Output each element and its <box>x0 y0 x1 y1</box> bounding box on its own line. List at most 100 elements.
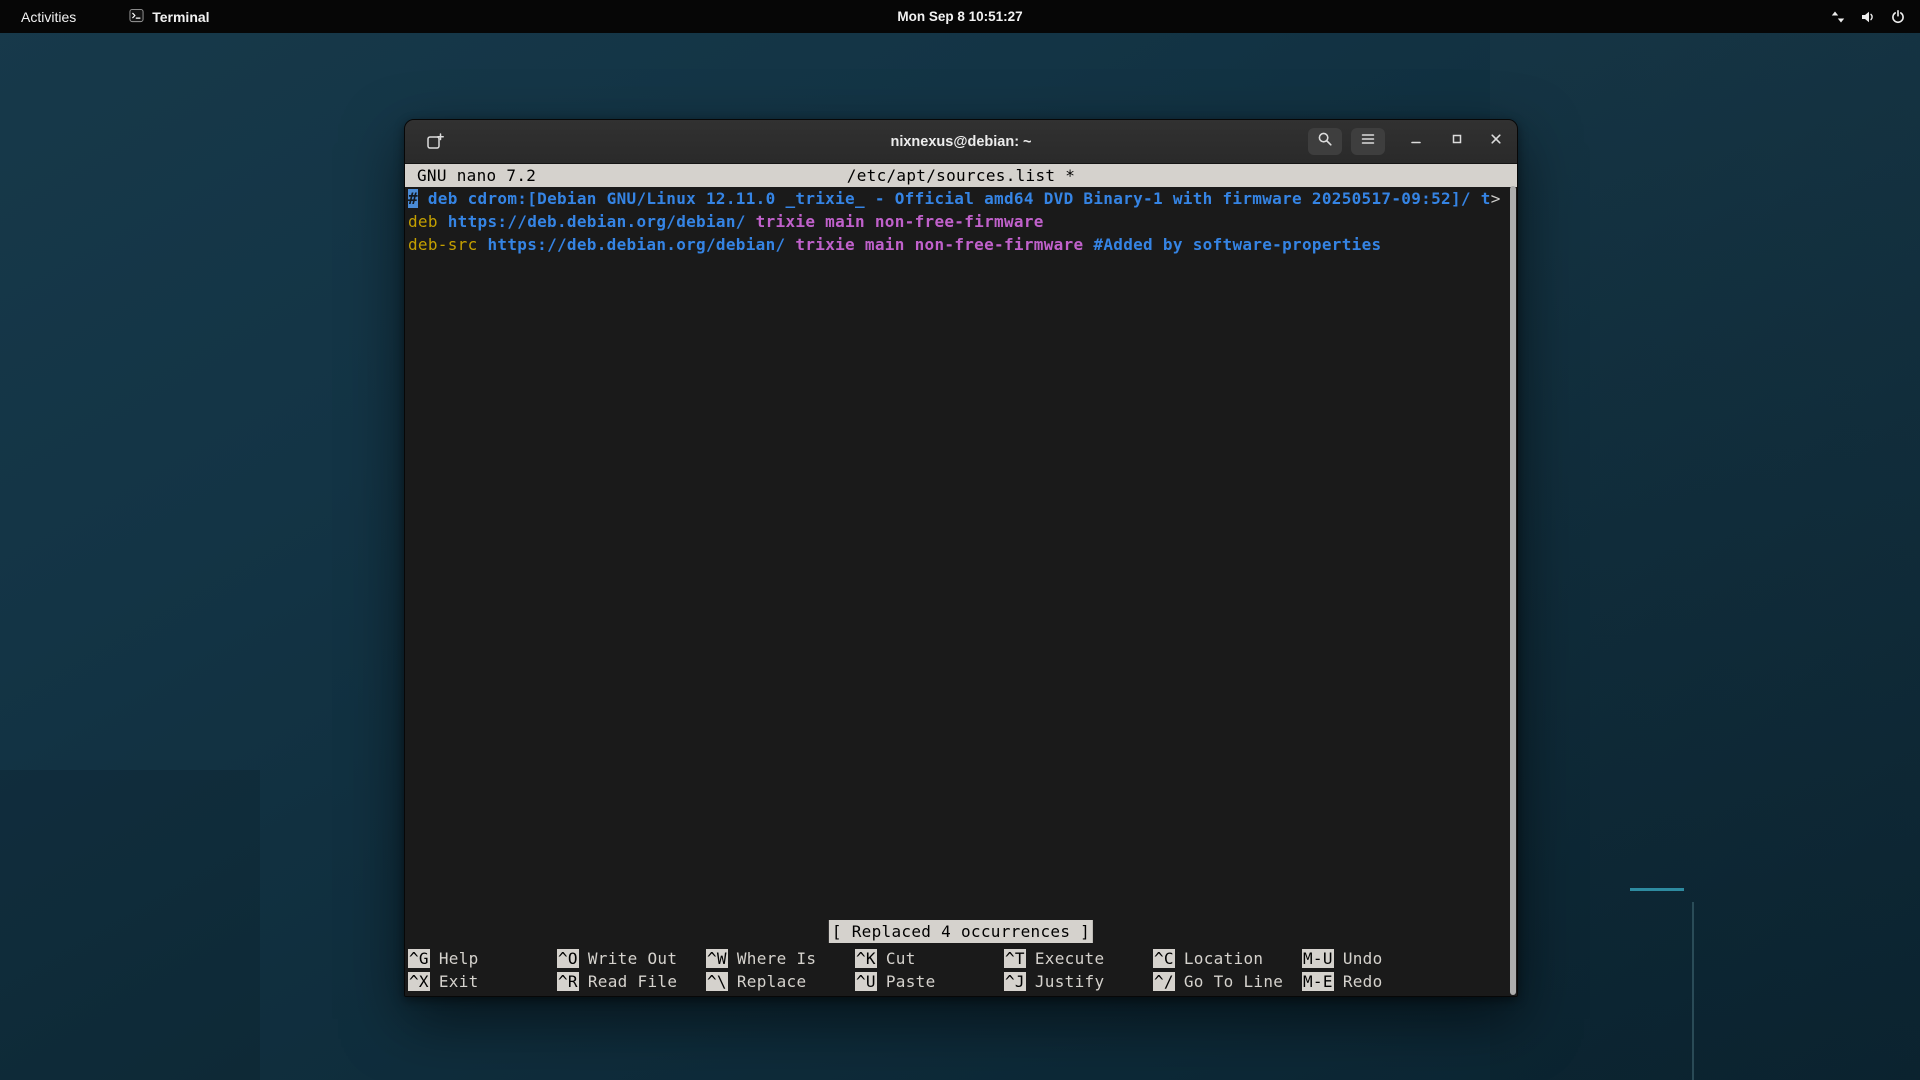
editor-segment: #Added by software-properties <box>1093 235 1381 254</box>
shortcut-key: ^R <box>557 972 579 991</box>
nano-version: GNU nano 7.2 <box>417 164 536 187</box>
shortcut-key: ^U <box>855 972 877 991</box>
nano-shortcut-help: ^G Help <box>408 947 557 970</box>
nano-shortcut-location: ^C Location <box>1153 947 1302 970</box>
nano-shortcut-go-to-line: ^/ Go To Line <box>1153 970 1302 993</box>
hamburger-icon <box>1360 131 1376 152</box>
nano-shortcut-bar: ^G Help ^X Exit ^O Write Out ^R Read File ^W Wher… <box>408 947 1517 993</box>
shortcut-column: ^O Write Out ^R Read File <box>557 947 706 993</box>
terminal-content[interactable]: GNU nano 7.2 /etc/apt/sources.list * # d… <box>405 164 1517 996</box>
shortcut-label: Undo <box>1343 949 1383 968</box>
editor-segment: > <box>1491 189 1501 208</box>
search-button[interactable] <box>1308 128 1342 155</box>
shortcut-key: ^\ <box>706 972 728 991</box>
close-button[interactable] <box>1482 128 1510 155</box>
minimize-button[interactable] <box>1402 128 1430 155</box>
terminal-scrollbar[interactable] <box>1510 186 1516 995</box>
wallpaper-accent-line <box>1630 888 1684 891</box>
text-cursor: # <box>408 189 418 208</box>
shortcut-column: ^W Where Is ^\ Replace <box>706 947 855 993</box>
shortcut-label: Justify <box>1035 972 1105 991</box>
editor-segment: trixie main non-free-firmware <box>756 212 1044 231</box>
editor-segment: https://deb.debian.org/debian/ <box>487 235 785 254</box>
shortcut-key: ^C <box>1153 949 1175 968</box>
nano-filename: /etc/apt/sources.list * <box>847 164 1075 187</box>
wallpaper-shape <box>0 770 260 1080</box>
shortcut-label: Execute <box>1035 949 1105 968</box>
editor-segment: https://deb.debian.org/debian/ <box>448 212 746 231</box>
editor-line: deb-src https://deb.debian.org/debian/ t… <box>408 233 1517 256</box>
network-icon[interactable] <box>1830 9 1846 25</box>
search-icon <box>1317 131 1333 152</box>
editor-lines: # deb cdrom:[Debian GNU/Linux 12.11.0 _t… <box>405 187 1517 256</box>
editor-segment: deb cdrom:[Debian GNU/Linux 12.11.0 _tri… <box>418 189 1491 208</box>
shortcut-key: ^O <box>557 949 579 968</box>
shortcut-label: Location <box>1184 949 1263 968</box>
close-icon <box>1488 131 1504 152</box>
window-titlebar[interactable]: nixnexus@debian: ~ <box>405 120 1517 164</box>
editor-segment: trixie main non-free-firmware <box>795 235 1083 254</box>
editor-segment: deb <box>408 212 448 231</box>
shortcut-label: Where Is <box>737 949 816 968</box>
editor-segment <box>785 235 795 254</box>
nano-shortcut-read-file: ^R Read File <box>557 970 706 993</box>
shortcut-column: ^T Execute ^J Justify <box>1004 947 1153 993</box>
focused-app-name: Terminal <box>152 9 209 25</box>
editor-segment <box>746 212 756 231</box>
shortcut-key: ^J <box>1004 972 1026 991</box>
nano-shortcut-replace: ^\ Replace <box>706 970 855 993</box>
shortcut-label: Read File <box>588 972 677 991</box>
window-title: nixnexus@debian: ~ <box>890 134 1031 150</box>
shortcut-column: ^K Cut ^U Paste <box>855 947 1004 993</box>
power-icon[interactable] <box>1890 9 1906 25</box>
shortcut-key: ^G <box>408 949 430 968</box>
minimize-icon <box>1408 131 1424 152</box>
nano-status-message: [ Replaced 4 occurrences ] <box>829 920 1093 943</box>
editor-segment <box>1083 235 1093 254</box>
shortcut-label: Paste <box>886 972 936 991</box>
nano-shortcut-where-is: ^W Where Is <box>706 947 855 970</box>
shortcut-label: Go To Line <box>1184 972 1283 991</box>
editor-segment: deb-src <box>408 235 487 254</box>
shortcut-column: ^C Location ^/ Go To Line <box>1153 947 1302 993</box>
system-tray[interactable] <box>1830 0 1906 33</box>
terminal-window: nixnexus@debian: ~ <box>404 119 1518 997</box>
shortcut-key: M-U <box>1302 949 1334 968</box>
new-tab-button[interactable] <box>419 128 451 155</box>
nano-shortcut-cut: ^K Cut <box>855 947 1004 970</box>
menu-button[interactable] <box>1351 128 1385 155</box>
shortcut-label: Write Out <box>588 949 677 968</box>
wallpaper-shape <box>1490 0 1920 1080</box>
shortcut-label: Exit <box>439 972 479 991</box>
shortcut-label: Cut <box>886 949 916 968</box>
shortcut-column: ^G Help ^X Exit <box>408 947 557 993</box>
nano-shortcut-redo: M-E Redo <box>1302 970 1451 993</box>
nano-shortcut-justify: ^J Justify <box>1004 970 1153 993</box>
maximize-button[interactable] <box>1443 128 1471 155</box>
nano-shortcut-paste: ^U Paste <box>855 970 1004 993</box>
nano-shortcut-write-out: ^O Write Out <box>557 947 706 970</box>
shortcut-key: ^K <box>855 949 877 968</box>
activities-button[interactable]: Activities <box>10 6 87 28</box>
top-bar: Activities Terminal Mon Sep 8 10:51:27 <box>0 0 1920 33</box>
nano-shortcut-exit: ^X Exit <box>408 970 557 993</box>
shortcut-label: Redo <box>1343 972 1383 991</box>
nano-shortcut-undo: M-U Undo <box>1302 947 1451 970</box>
volume-icon[interactable] <box>1860 9 1876 25</box>
shortcut-key: ^W <box>706 949 728 968</box>
shortcut-key: ^X <box>408 972 430 991</box>
clock[interactable]: Mon Sep 8 10:51:27 <box>897 9 1022 24</box>
editor-line: deb https://deb.debian.org/debian/ trixi… <box>408 210 1517 233</box>
terminal-app-icon <box>129 8 144 26</box>
nano-shortcut-execute: ^T Execute <box>1004 947 1153 970</box>
shortcut-key: ^T <box>1004 949 1026 968</box>
focused-app-menu[interactable]: Terminal <box>121 5 217 29</box>
shortcut-label: Replace <box>737 972 807 991</box>
shortcut-label: Help <box>439 949 479 968</box>
nano-titlebar: GNU nano 7.2 /etc/apt/sources.list * <box>405 164 1517 187</box>
editor-line: # deb cdrom:[Debian GNU/Linux 12.11.0 _t… <box>408 187 1517 210</box>
shortcut-key: ^/ <box>1153 972 1175 991</box>
shortcut-column: M-U Undo M-E Redo <box>1302 947 1451 993</box>
shortcut-key: M-E <box>1302 972 1334 991</box>
wallpaper-edge-highlight <box>1692 902 1694 1080</box>
